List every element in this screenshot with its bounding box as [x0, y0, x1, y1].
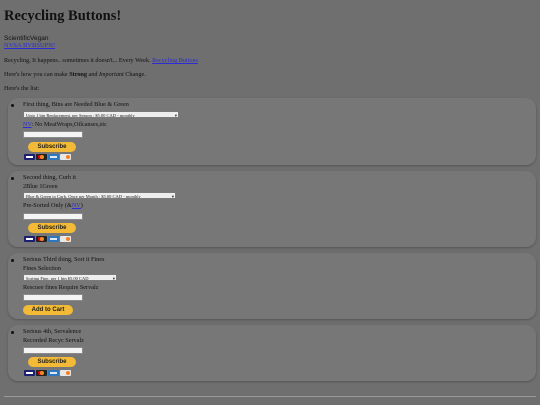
- visa-icon: [24, 236, 35, 242]
- item-heading: First thing, Bins are Needed Blue & Gree…: [23, 101, 129, 108]
- bin-plan-select[interactable]: Upto 1 bin Replacement, per Season : $5.…: [23, 111, 179, 118]
- custom-text-input[interactable]: [23, 347, 83, 354]
- curb-plan-select[interactable]: Blue & Green to Curb, Once per Month : $…: [23, 192, 176, 199]
- discover-icon: [60, 154, 71, 160]
- fines-select[interactable]: Sorting Fine, per 1 bin $5.00 CAD ▾: [23, 274, 117, 281]
- list-bullet: [11, 177, 14, 180]
- item-subheading: Fines Selection: [23, 265, 61, 272]
- intro-text-1: Recycling, It happens.. sometimes it doe…: [4, 57, 153, 64]
- chevron-down-icon: ▾: [112, 276, 115, 281]
- divider: [4, 396, 536, 397]
- author-link[interactable]: NVSA BVBSUPN!: [4, 42, 55, 49]
- item-subheading: 2Blue 1Green: [23, 183, 58, 190]
- intro-text-2c: Change.: [123, 71, 146, 78]
- item-heading: Serious 4th, Servalence: [23, 328, 82, 335]
- nv-link[interactable]: NV: [72, 202, 81, 209]
- item-note: NV: No MeatWraps,Oilcanses,etc: [23, 121, 107, 128]
- intro-emphasis: Important: [99, 71, 124, 78]
- add-to-cart-button[interactable]: Add to Cart: [23, 305, 73, 315]
- intro-text-2b: and: [86, 71, 99, 78]
- custom-text-input[interactable]: [23, 131, 83, 138]
- chevron-down-icon: ▾: [171, 194, 174, 199]
- list-bullet: [11, 331, 14, 334]
- custom-text-input[interactable]: [23, 294, 83, 301]
- intro-paragraph-3: Here's the list:: [4, 85, 40, 92]
- payment-cards: [24, 154, 71, 160]
- amex-icon: [48, 154, 59, 160]
- recycling-buttons-link[interactable]: Recycling Buttons: [152, 57, 198, 64]
- note-text-post: ): [80, 202, 83, 209]
- discover-icon: [60, 236, 71, 242]
- custom-text-input[interactable]: [23, 213, 83, 220]
- payment-cards: [24, 370, 71, 376]
- note-text: : No MeatWraps,Oilcanses,etc: [31, 121, 107, 128]
- subscribe-button[interactable]: Subscribe: [28, 223, 76, 233]
- list-item-curb: Second thing, Curb it 2Blue 1Green Blue …: [8, 171, 536, 247]
- item-note: Pre-Sorted Only (&NV): [23, 202, 83, 209]
- list-item-fines: Serious Third thing, Sort it Fines Fines…: [8, 253, 536, 319]
- item-heading: Second thing, Curb it: [23, 174, 76, 181]
- intro-paragraph-1: Recycling, It happens.. sometimes it doe…: [4, 57, 198, 64]
- amex-icon: [48, 370, 59, 376]
- payment-cards: [24, 236, 71, 242]
- subscribe-button[interactable]: Subscribe: [28, 357, 76, 367]
- list-bullet: [11, 259, 14, 262]
- select-value: Blue & Green to Curb, Once per Month : $…: [26, 194, 141, 199]
- author-name: ScientificVegan: [4, 35, 49, 42]
- list-bullet: [11, 104, 14, 107]
- visa-icon: [24, 154, 35, 160]
- item-subheading: Recorded Recyc Servalz: [23, 337, 84, 344]
- mastercard-icon: [36, 370, 47, 376]
- list-item-servalence: Serious 4th, Servalence Recorded Recyc S…: [8, 325, 536, 381]
- visa-icon: [24, 370, 35, 376]
- item-heading: Serious Third thing, Sort it Fines: [23, 256, 105, 263]
- intro-strong: Strong: [69, 71, 87, 78]
- select-value: Sorting Fine, per 1 bin $5.00 CAD: [26, 276, 89, 281]
- intro-paragraph-2: Here's how you can make Strong and Impor…: [4, 71, 146, 78]
- chevron-down-icon: ▾: [174, 113, 177, 118]
- mastercard-icon: [36, 154, 47, 160]
- page-title: Recycling Buttons!: [4, 8, 122, 24]
- amex-icon: [48, 236, 59, 242]
- note-text-pre: Pre-Sorted Only (&: [23, 202, 72, 209]
- discover-icon: [60, 370, 71, 376]
- list-item-bins: First thing, Bins are Needed Blue & Gree…: [8, 98, 536, 165]
- select-value: Upto 1 bin Replacement, per Season : $5.…: [26, 113, 135, 118]
- item-note: Rescuee fines Require Servalz: [23, 284, 99, 291]
- subscribe-button[interactable]: Subscribe: [28, 142, 76, 152]
- mastercard-icon: [36, 236, 47, 242]
- intro-text-2a: Here's how you can make: [4, 71, 70, 78]
- page: Recycling Buttons! ScientificVegan NVSA …: [0, 0, 540, 405]
